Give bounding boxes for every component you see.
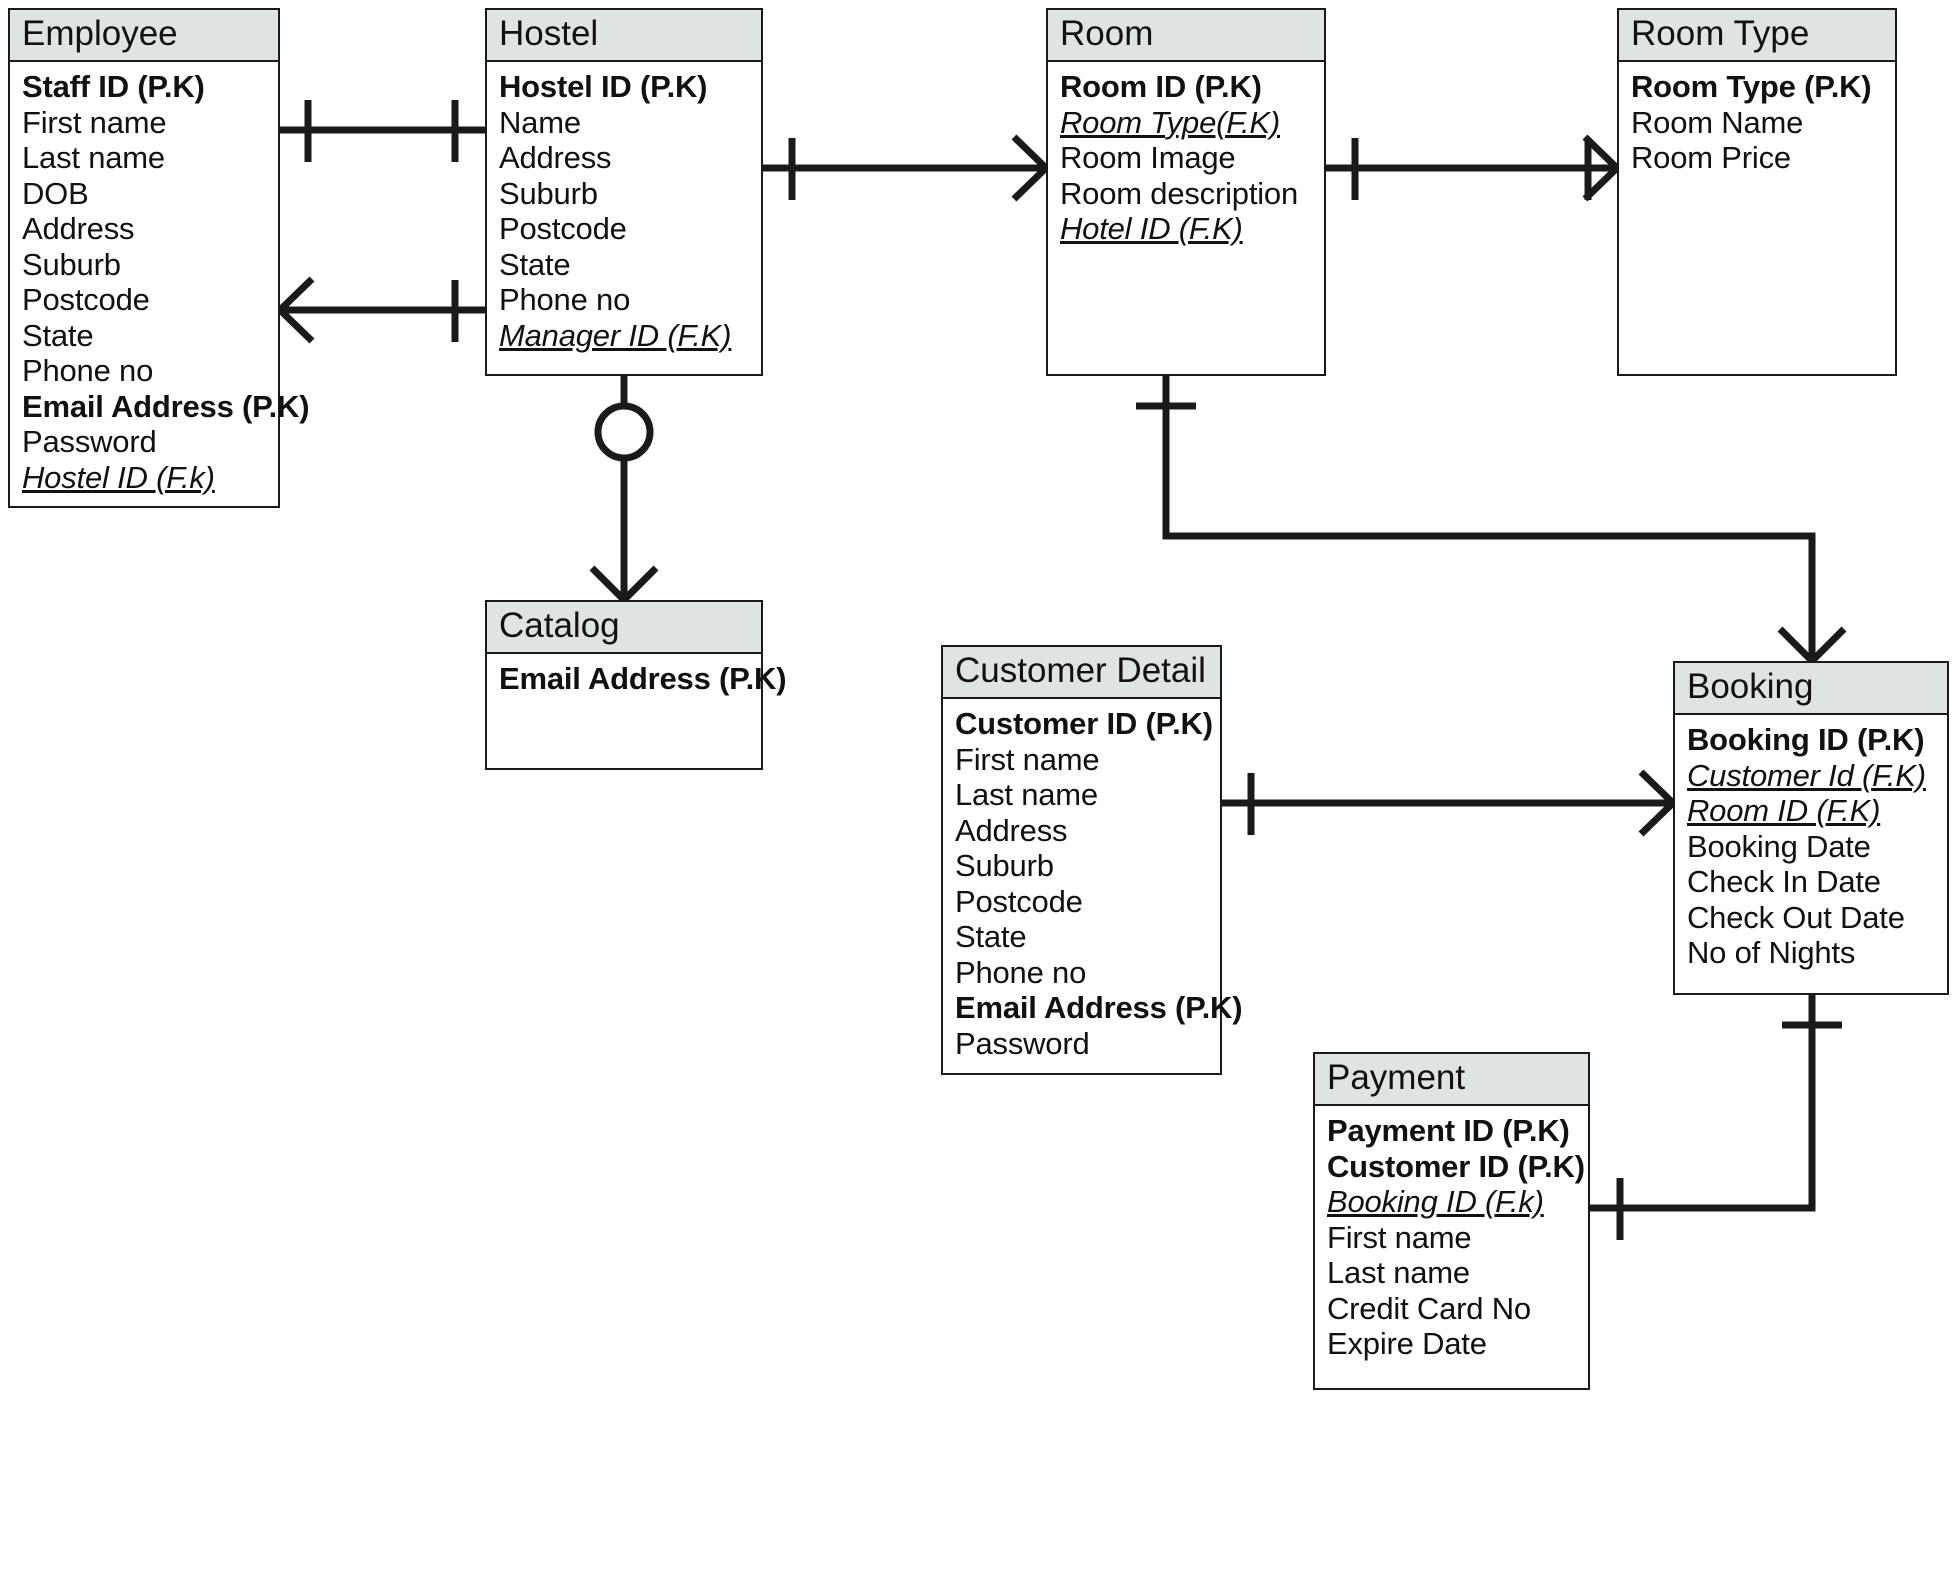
attribute-row: Manager ID (F.K) — [499, 317, 732, 353]
attribute-row: Room Image — [1060, 140, 1236, 175]
entity-title-payment: Payment — [1315, 1054, 1588, 1106]
entity-payment[interactable]: Payment Payment ID (P.K) Customer ID (P.… — [1313, 1052, 1590, 1390]
attribute-row: Room ID (F.K) — [1687, 793, 1881, 828]
attribute-list-catalog: Email Address (P.K) — [487, 654, 787, 705]
attribute-row: Password — [22, 424, 157, 459]
attribute-row: Hostel ID (P.K) — [499, 69, 708, 104]
attribute-list-room: Room ID (P.K) Room Type(F.K) Room Image … — [1048, 62, 1324, 255]
attribute-list-payment: Payment ID (P.K) Customer ID (P.K) Booki… — [1315, 1106, 1588, 1370]
attribute-row: State — [955, 919, 1027, 954]
attribute-row: Suburb — [955, 848, 1054, 883]
attribute-row: Check Out Date — [1687, 899, 1905, 935]
attribute-row: Booking ID (F.k) — [1327, 1184, 1544, 1219]
attribute-row: Address — [499, 140, 612, 175]
attribute-row: Email Address (P.K) — [22, 388, 310, 424]
attribute-row: Last name — [22, 140, 165, 175]
attribute-row: Last name — [1327, 1255, 1470, 1290]
attribute-row: Last name — [955, 777, 1098, 812]
attribute-row: Customer ID (P.K) — [955, 706, 1213, 741]
entity-title-booking: Booking — [1675, 663, 1947, 715]
attribute-row: Email Address (P.K) — [499, 661, 787, 696]
er-diagram-canvas: Employee Staff ID (P.K) First name Last … — [0, 0, 1952, 1573]
attribute-row: Phone no — [499, 282, 631, 317]
attribute-row: State — [499, 246, 571, 282]
relationship-hostel-catalog — [589, 376, 659, 603]
attribute-row: Room Name — [1631, 104, 1804, 140]
relationship-hostel-employee-employs — [277, 276, 485, 344]
attribute-row: No of Nights — [1687, 935, 1856, 970]
entity-title-catalog: Catalog — [487, 602, 761, 654]
relationship-employee-hostel-manages — [280, 100, 485, 162]
attribute-row: First name — [22, 104, 167, 140]
attribute-row: Check In Date — [1687, 864, 1881, 899]
attribute-row: Room ID (P.K) — [1060, 69, 1262, 104]
attribute-list-room-type: Room Type (P.K) Room Name Room Price — [1619, 62, 1895, 184]
attribute-list-employee: Staff ID (P.K) First name Last name DOB … — [10, 62, 310, 503]
entity-catalog[interactable]: Catalog Email Address (P.K) — [485, 600, 787, 770]
entity-title-hostel: Hostel — [487, 10, 761, 62]
attribute-row: Booking ID (P.K) — [1687, 722, 1925, 757]
relationship-room-booking — [1136, 376, 1847, 664]
attribute-row: Room Type(F.K) — [1060, 104, 1280, 140]
attribute-row: Room Price — [1631, 140, 1791, 175]
entity-customer-detail[interactable]: Customer Detail Customer ID (P.K) First … — [941, 645, 1243, 1075]
entity-hostel[interactable]: Hostel Hostel ID (P.K) Name Address Subu… — [485, 8, 763, 376]
attribute-row: Postcode — [499, 211, 627, 246]
entity-room[interactable]: Room Room ID (P.K) Room Type(F.K) Room I… — [1046, 8, 1326, 376]
attribute-row: Credit Card No — [1327, 1290, 1531, 1326]
attribute-row: Payment ID (P.K) — [1327, 1113, 1570, 1148]
attribute-row: State — [22, 317, 94, 353]
entity-title-customer-detail: Customer Detail — [943, 647, 1220, 699]
attribute-row: Address — [955, 812, 1068, 848]
attribute-row: DOB — [22, 175, 89, 211]
attribute-row: Staff ID (P.K) — [22, 69, 205, 104]
attribute-row: Postcode — [955, 883, 1083, 919]
relationship-customer-booking — [1222, 769, 1676, 837]
relationship-room-roomtype — [1326, 134, 1620, 202]
attribute-row: Customer ID (P.K) — [1327, 1148, 1585, 1184]
attribute-row: First name — [955, 741, 1100, 777]
attribute-row: Name — [499, 104, 581, 140]
entity-room-type[interactable]: Room Type Room Type (P.K) Room Name Room… — [1617, 8, 1897, 376]
attribute-row: Hotel ID (F.K) — [1060, 211, 1243, 246]
attribute-row: Postcode — [22, 282, 150, 317]
relationship-hostel-room — [763, 134, 1049, 202]
zero-cardinality-circle-icon — [594, 402, 654, 462]
attribute-row: Phone no — [955, 954, 1087, 990]
attribute-list-hostel: Hostel ID (P.K) Name Address Suburb Post… — [487, 62, 761, 361]
attribute-row: Password — [955, 1025, 1090, 1061]
attribute-row: Hostel ID (F.k) — [22, 459, 215, 495]
attribute-row: Phone no — [22, 353, 154, 388]
attribute-row: Email Address (P.K) — [955, 990, 1243, 1025]
attribute-list-booking: Booking ID (P.K) Customer Id (F.K) Room … — [1675, 715, 1947, 979]
attribute-row: First name — [1327, 1219, 1472, 1255]
entity-booking[interactable]: Booking Booking ID (P.K) Customer Id (F.… — [1673, 661, 1949, 995]
attribute-row: Suburb — [22, 246, 121, 282]
attribute-row: Expire Date — [1327, 1326, 1487, 1361]
entity-employee[interactable]: Employee Staff ID (P.K) First name Last … — [8, 8, 310, 508]
relationship-booking-payment — [1590, 995, 1842, 1240]
attribute-row: Address — [22, 211, 135, 246]
attribute-row: Room Type (P.K) — [1631, 69, 1872, 104]
attribute-row: Suburb — [499, 175, 598, 211]
entity-title-employee: Employee — [10, 10, 278, 62]
attribute-list-customer-detail: Customer ID (P.K) First name Last name A… — [943, 699, 1243, 1069]
entity-title-room-type: Room Type — [1619, 10, 1895, 62]
attribute-row: Room description — [1060, 175, 1299, 211]
attribute-row: Booking Date — [1687, 828, 1871, 864]
entity-title-room: Room — [1048, 10, 1324, 62]
attribute-row: Customer Id (F.K) — [1687, 757, 1926, 793]
